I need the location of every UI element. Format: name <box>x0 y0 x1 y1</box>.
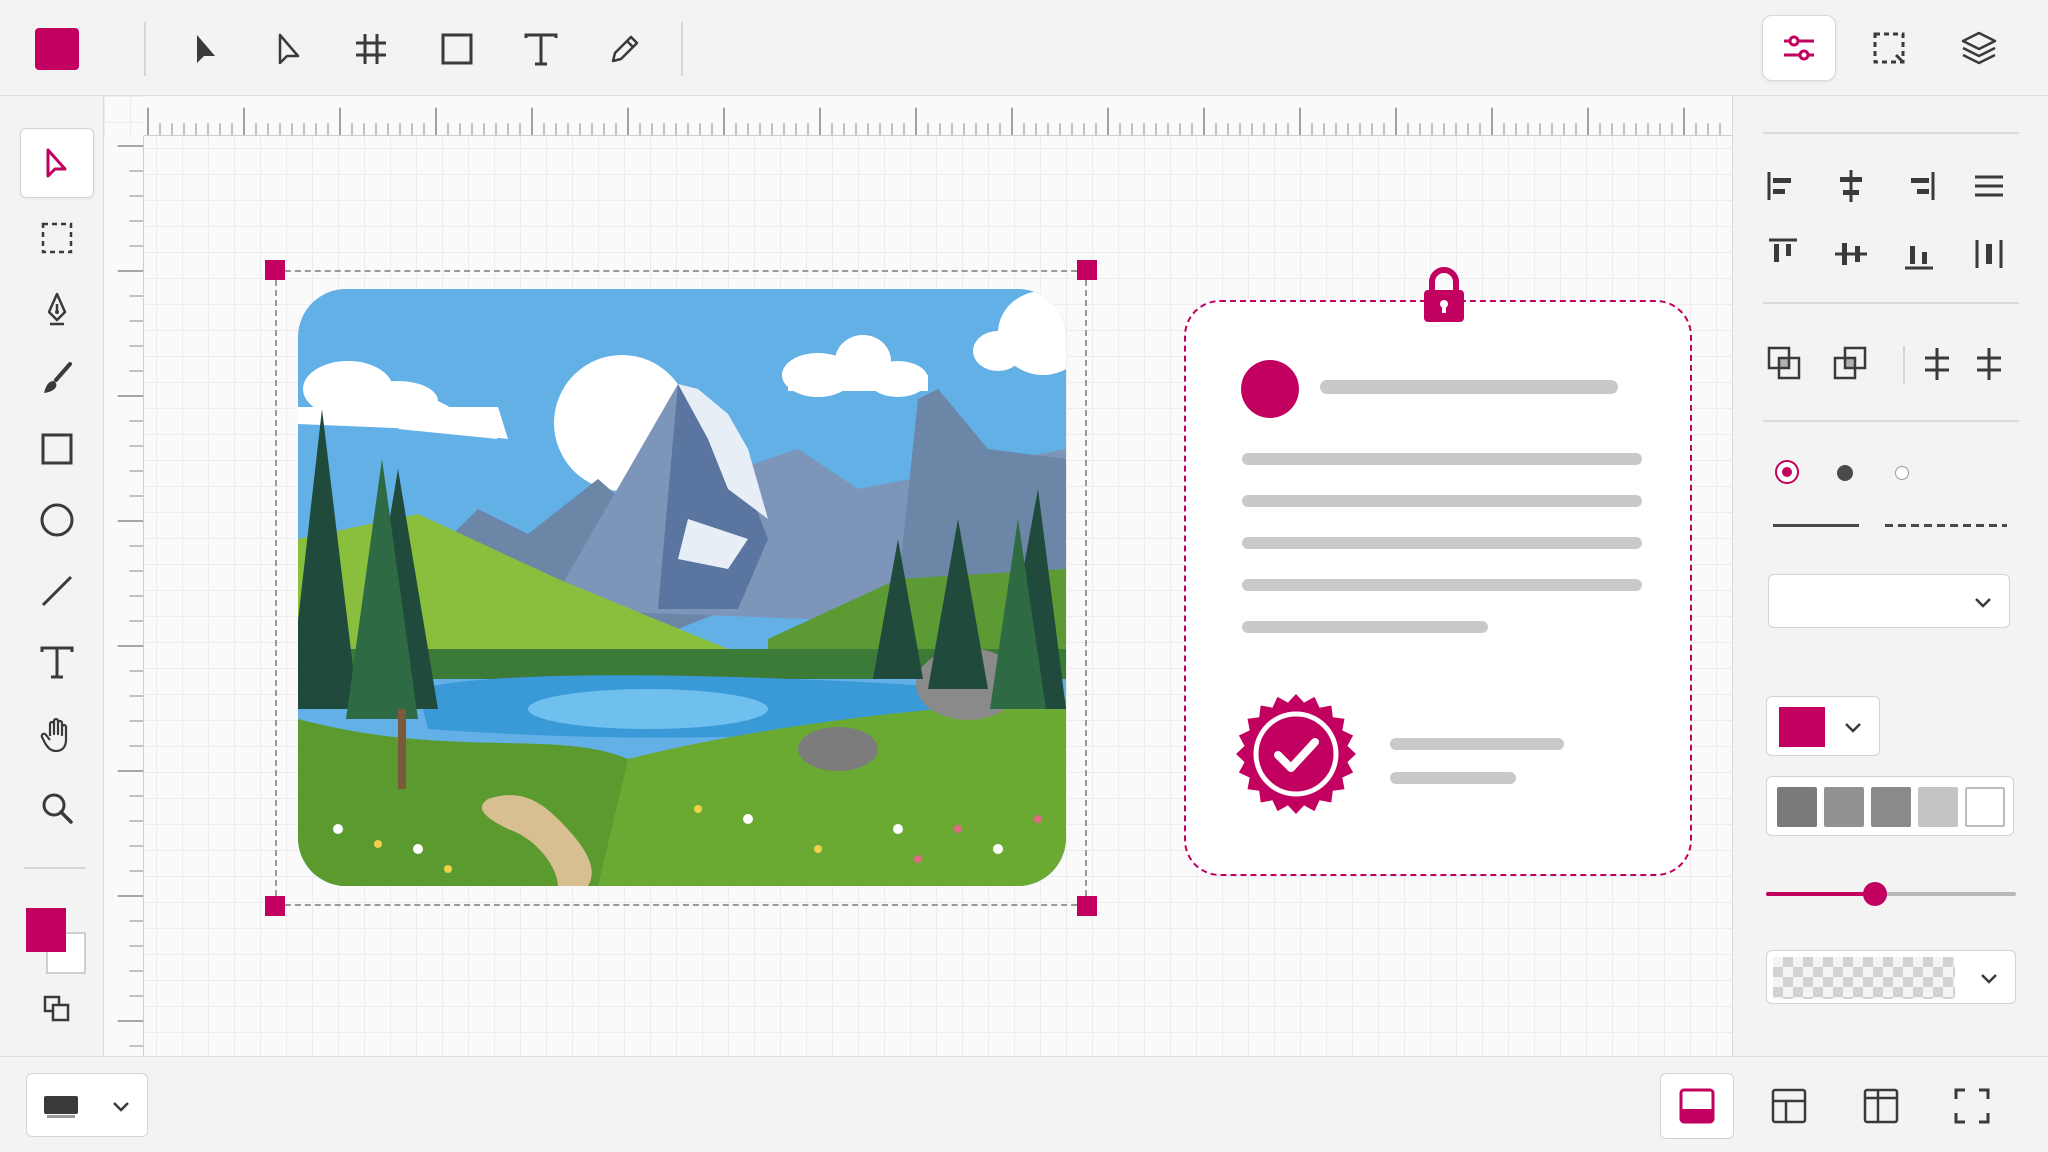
frame-grid-icon[interactable] <box>346 24 396 74</box>
panel-divider <box>1903 346 1905 384</box>
distribute-icon[interactable] <box>1969 234 2009 274</box>
horizontal-ruler <box>144 96 1732 136</box>
stroke-size-small-radio[interactable] <box>1895 466 1909 480</box>
stroke-dashed-option[interactable] <box>1885 524 2007 527</box>
layout-bottom-panel-icon[interactable] <box>1660 1073 1734 1139</box>
layout-top-split-icon[interactable] <box>1752 1073 1826 1139</box>
line-icon[interactable] <box>20 556 94 626</box>
justify-icon[interactable] <box>1969 166 2009 206</box>
placeholder-text-line <box>1242 621 1488 633</box>
pen-nib-icon[interactable] <box>20 274 94 344</box>
text-icon[interactable] <box>516 24 566 74</box>
font-style-dropdown[interactable] <box>1768 574 2010 628</box>
select-arrow-icon[interactable] <box>180 24 230 74</box>
placeholder-label-line <box>1390 772 1516 784</box>
bring-forward-icon[interactable] <box>1765 344 1805 384</box>
accent-color-swatch[interactable] <box>35 28 79 70</box>
resize-handle-bottom-right[interactable] <box>1077 896 1097 916</box>
left-toolbar <box>0 96 104 1056</box>
resize-handle-top-left[interactable] <box>265 260 285 280</box>
lock-icon[interactable] <box>1420 266 1468 326</box>
swap-colors-icon[interactable] <box>42 994 72 1024</box>
opacity-slider-handle[interactable] <box>1863 882 1887 906</box>
align-left-icon[interactable] <box>1763 166 1803 206</box>
placeholder-text-line <box>1242 537 1642 549</box>
text-icon[interactable] <box>20 627 94 697</box>
placeholder-text-line <box>1242 579 1642 591</box>
zoom-icon[interactable] <box>20 773 94 843</box>
marquee-icon[interactable] <box>20 203 94 273</box>
resize-handle-bottom-left[interactable] <box>265 896 285 916</box>
verified-badge-icon <box>1236 694 1356 814</box>
device-monitor-icon <box>44 1096 78 1118</box>
color-palette <box>1766 776 2014 836</box>
palette-swatch[interactable] <box>1777 787 1817 827</box>
toolbar-divider <box>144 22 146 76</box>
chevron-down-icon <box>1975 598 1991 608</box>
pen-icon[interactable] <box>600 24 650 74</box>
ellipse-icon[interactable] <box>20 485 94 555</box>
opacity-slider-fill <box>1766 892 1874 896</box>
layout-columns-icon[interactable] <box>1844 1073 1918 1139</box>
adjustments-sliders-icon[interactable] <box>1762 15 1836 81</box>
direct-select-icon[interactable] <box>263 24 313 74</box>
palette-swatch[interactable] <box>1871 787 1911 827</box>
bottom-toolbar <box>0 1056 2048 1152</box>
properties-panel <box>1732 96 2048 1056</box>
foreground-color-swatch[interactable] <box>26 908 66 952</box>
rectangle-icon[interactable] <box>432 24 482 74</box>
send-backward-icon[interactable] <box>1831 344 1871 384</box>
resize-handle-top-right[interactable] <box>1077 260 1097 280</box>
radio-dot <box>1782 467 1792 477</box>
fullscreen-icon[interactable] <box>1935 1073 2009 1139</box>
landscape-image[interactable] <box>298 289 1066 886</box>
rectangle-icon[interactable] <box>20 414 94 484</box>
vertical-ruler <box>104 136 144 1056</box>
chevron-down-icon <box>113 1102 129 1112</box>
distribute-vertical-icon[interactable] <box>1969 344 2009 384</box>
palette-swatch[interactable] <box>1965 787 2005 827</box>
transparency-dropdown[interactable] <box>1766 950 2016 1004</box>
distribute-horizontal-icon[interactable] <box>1917 344 1957 384</box>
device-select-dropdown[interactable] <box>26 1073 148 1137</box>
toolbar-divider <box>681 22 683 76</box>
align-bottom-icon[interactable] <box>1899 234 1939 274</box>
hand-icon[interactable] <box>20 700 94 770</box>
design-canvas[interactable] <box>104 96 1732 1056</box>
toolbar-divider <box>24 867 86 869</box>
align-top-icon[interactable] <box>1763 234 1803 274</box>
align-right-icon[interactable] <box>1899 166 1939 206</box>
brush-icon[interactable] <box>20 344 94 414</box>
marquee-select-icon[interactable] <box>1852 15 1926 81</box>
panel-divider <box>1763 132 2019 134</box>
placeholder-title-line <box>1320 380 1618 394</box>
placeholder-text-line <box>1242 453 1642 465</box>
top-toolbar <box>0 0 2048 96</box>
chevron-down-icon <box>1981 974 1997 984</box>
stroke-size-large-radio[interactable] <box>1775 460 1799 484</box>
placeholder-text-line <box>1242 495 1642 507</box>
align-middle-icon[interactable] <box>1831 234 1871 274</box>
align-center-horizontal-icon[interactable] <box>1831 166 1871 206</box>
palette-swatch[interactable] <box>1918 787 1958 827</box>
transparency-preview <box>1773 957 1955 999</box>
design-editor-app <box>0 0 2048 1152</box>
placeholder-label-line <box>1390 738 1564 750</box>
fill-color-swatch <box>1779 707 1825 747</box>
stroke-solid-option[interactable] <box>1773 524 1859 527</box>
pointer-icon[interactable] <box>20 128 94 198</box>
palette-swatch[interactable] <box>1824 787 1864 827</box>
panel-divider <box>1763 302 2019 304</box>
panel-divider <box>1763 420 2019 422</box>
chevron-down-icon <box>1845 723 1861 733</box>
layers-icon[interactable] <box>1942 15 2016 81</box>
fill-color-dropdown[interactable] <box>1766 696 1880 756</box>
stroke-size-medium-radio[interactable] <box>1837 465 1853 481</box>
avatar <box>1241 360 1299 418</box>
